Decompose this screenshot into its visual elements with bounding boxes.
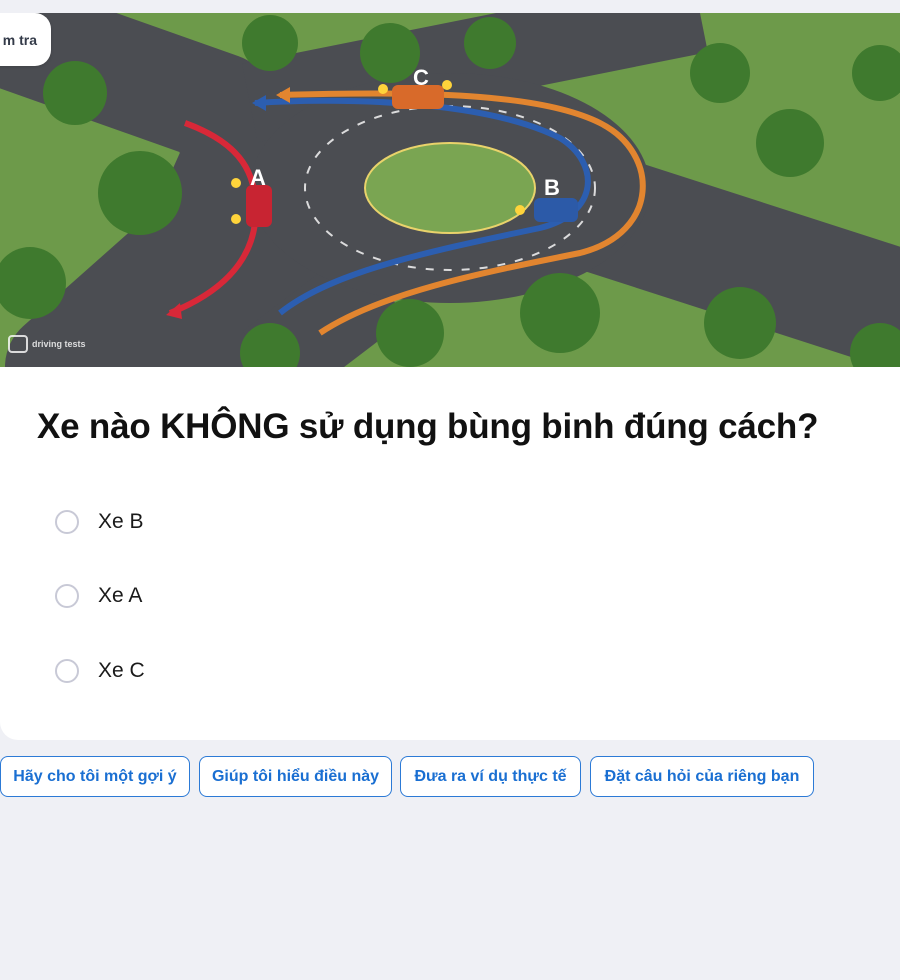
answer-option-1[interactable]: Xe B [55,505,144,539]
question-title: Xe nào KHÔNG sử dụng bùng binh đúng cách… [37,407,819,446]
answer-label: Xe C [98,659,145,682]
roundabout-scene: A B C [0,13,900,367]
roundabout-illustration: A B C driving tests [0,13,900,367]
watermark-logo: driving tests [8,335,86,353]
car-b-label: B [544,175,560,200]
explain-button[interactable]: Giúp tôi hiểu điều này [199,756,392,797]
car-a-label: A [250,165,266,190]
radio-button[interactable] [55,659,79,683]
real-example-button[interactable]: Đưa ra ví dụ thực tế [400,756,581,797]
hint-button[interactable]: Hãy cho tôi một gợi ý [0,756,190,797]
answer-label: Xe A [98,584,143,607]
radio-button[interactable] [55,584,79,608]
watermark-text: driving tests [32,338,86,349]
answer-option-2[interactable]: Xe A [55,579,142,613]
logo-icon [8,335,28,353]
question-card: A B C driving tests m tra Xe nào KHÔNG s… [0,13,900,740]
answer-option-3[interactable]: Xe C [55,654,145,688]
ask-question-button[interactable]: Đặt câu hỏi của riêng bạn [590,756,814,797]
tab-label-partial[interactable]: m tra [0,13,51,66]
radio-button[interactable] [55,510,79,534]
answer-label: Xe B [98,510,144,533]
car-c-label: C [413,65,429,90]
